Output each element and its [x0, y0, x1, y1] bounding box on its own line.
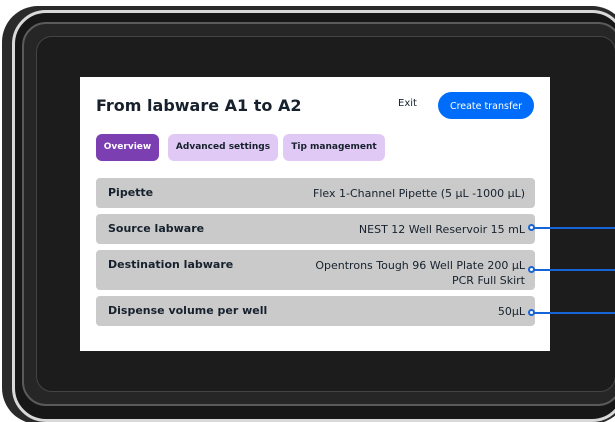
tab-overview[interactable]: Overview [96, 134, 159, 161]
callout-line-dispense-volume [533, 312, 615, 314]
row-value-destination-labware-line2: PCR Full Skirt [451, 274, 525, 287]
row-destination-labware: Destination labware Opentrons Tough 96 W… [96, 250, 535, 290]
callout-dot-source-labware [528, 224, 535, 231]
callout-dot-destination-labware [528, 266, 535, 273]
tab-advanced-settings[interactable]: Advanced settings [168, 134, 278, 161]
row-value-pipette-line1: Flex 1-Channel Pipette (5 µL -1000 µL) [313, 187, 525, 200]
row-value-source-labware: NEST 12 Well Reservoir 15 mL [359, 222, 525, 237]
row-source-labware: Source labware NEST 12 Well Reservoir 15… [96, 214, 535, 244]
exit-button[interactable]: Exit [398, 98, 417, 109]
row-dispense-volume: Dispense volume per well 50µL [96, 296, 535, 326]
page-title: From labware A1 to A2 [96, 96, 302, 115]
row-value-destination-labware-line1: Opentrons Tough 96 Well Plate 200 µL [315, 259, 525, 272]
row-value-destination-labware: Opentrons Tough 96 Well Plate 200 µL PCR… [315, 258, 525, 288]
row-value-dispense-volume-line1: 50µL [497, 305, 525, 318]
callout-line-source-labware [533, 227, 615, 229]
tab-tip-management[interactable]: Tip management [283, 134, 385, 161]
touchscreen: From labware A1 to A2 Exit Create transf… [80, 77, 550, 351]
create-transfer-button[interactable]: Create transfer [438, 92, 534, 119]
row-label-source-labware: Source labware [108, 222, 205, 235]
row-label-destination-labware: Destination labware [108, 258, 234, 271]
callout-line-destination-labware [533, 269, 615, 271]
row-label-pipette: Pipette [108, 186, 154, 199]
row-label-dispense-volume: Dispense volume per well [108, 304, 268, 317]
row-value-source-labware-line1: NEST 12 Well Reservoir 15 mL [358, 223, 525, 236]
callout-dot-dispense-volume [528, 309, 535, 316]
row-value-pipette: Flex 1-Channel Pipette (5 µL -1000 µL) [313, 186, 525, 201]
row-pipette: Pipette Flex 1-Channel Pipette (5 µL -10… [96, 178, 535, 208]
row-value-dispense-volume: 50µL [498, 304, 525, 319]
device-stage: From labware A1 to A2 Exit Create transf… [0, 0, 615, 422]
